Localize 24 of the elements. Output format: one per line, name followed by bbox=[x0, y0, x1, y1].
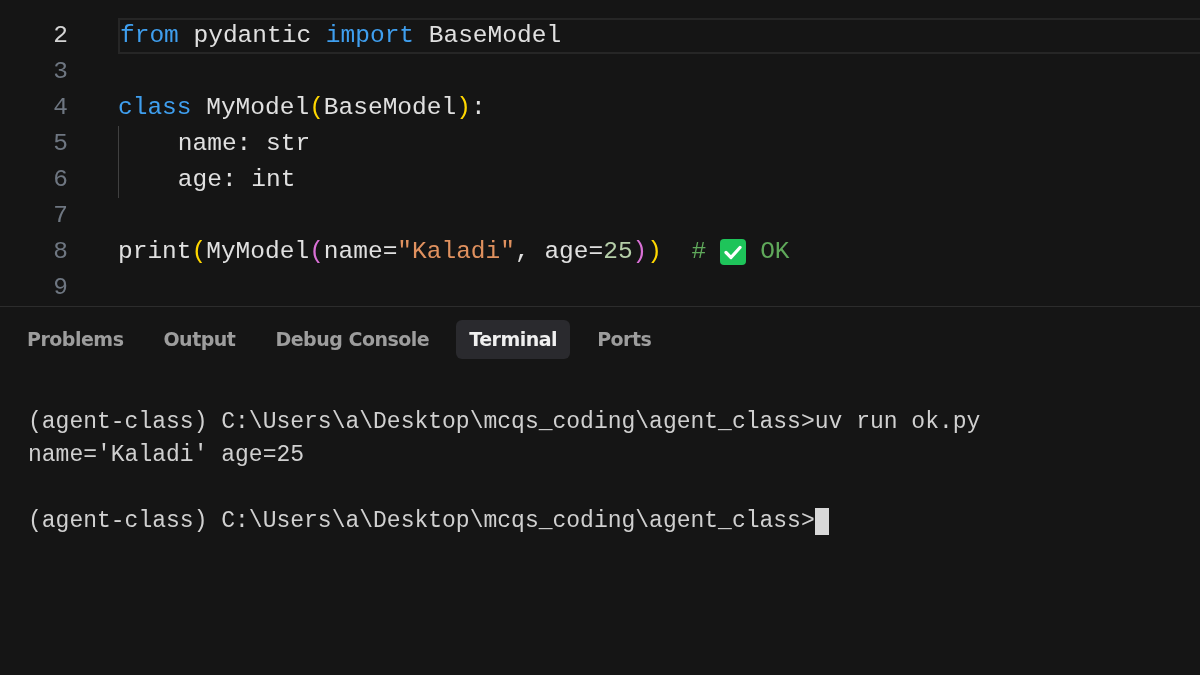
line-number: 5 bbox=[52, 128, 68, 159]
line-number: 2 bbox=[52, 20, 68, 51]
panel-tab[interactable]: Problems bbox=[14, 320, 137, 359]
terminal-output: name='Kaladi' age=25 bbox=[28, 440, 305, 470]
panel-tab[interactable]: Terminal bbox=[456, 320, 571, 359]
line-number: 8 bbox=[52, 236, 68, 267]
line-number: 7 bbox=[52, 200, 68, 231]
code-line: name: str bbox=[176, 128, 311, 159]
code-line: from pydantic import BaseModel bbox=[120, 20, 562, 51]
panel-tab[interactable]: Ports bbox=[584, 320, 665, 359]
panel-tab[interactable]: Output bbox=[150, 320, 249, 359]
terminal-cursor bbox=[814, 507, 829, 535]
terminal-prompt: (agent-class) C:\Users\a\Desktop\mcqs_coding\agent_class> bbox=[28, 506, 815, 536]
line-number: 6 bbox=[52, 164, 68, 195]
line-number: 9 bbox=[52, 272, 68, 303]
line-number: 4 bbox=[52, 92, 68, 123]
code-comment: OK bbox=[760, 236, 790, 267]
code-line: print(MyModel(name="Kaladi", age=25)) # bbox=[118, 236, 707, 267]
terminal-command: (agent-class) C:\Users\a\Desktop\mcqs_coding\agent_class>uv run ok.py bbox=[28, 407, 981, 437]
code-line: age: int bbox=[176, 164, 296, 195]
check-icon bbox=[720, 239, 747, 265]
line-number: 3 bbox=[52, 56, 68, 87]
panel-tab[interactable]: Debug Console bbox=[262, 320, 443, 359]
code-line: class MyModel(BaseModel): bbox=[118, 92, 486, 123]
